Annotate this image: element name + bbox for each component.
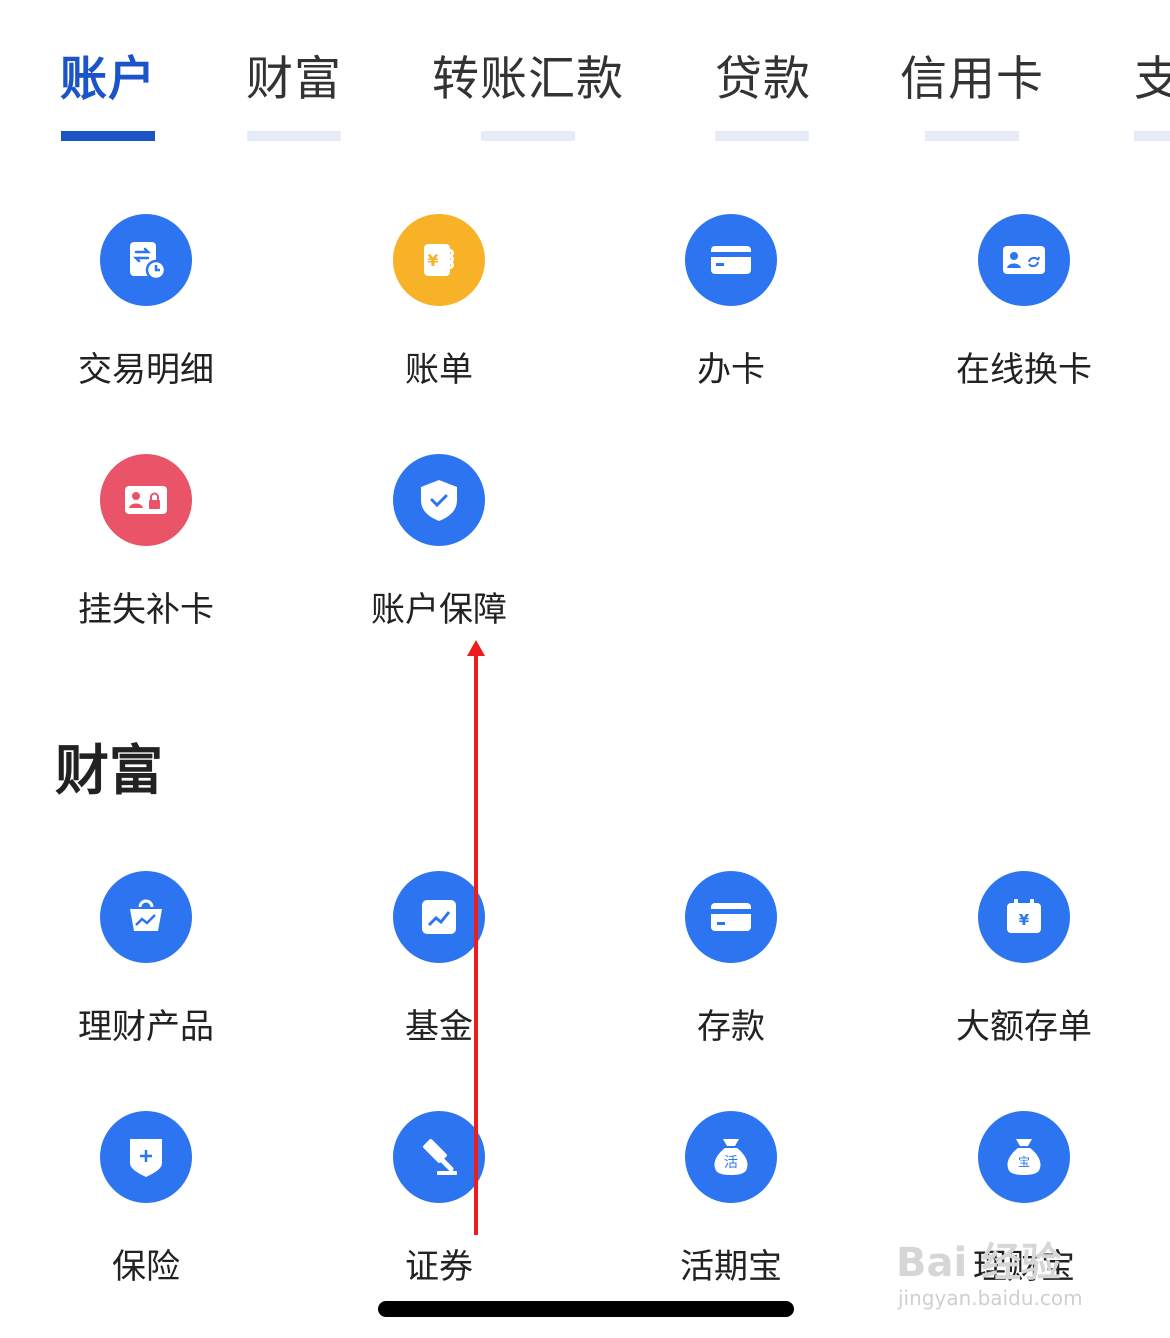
account-item-apply-card[interactable]: 办卡 — [611, 214, 851, 414]
transaction-detail-icon — [100, 214, 192, 306]
deposit-card-icon — [685, 871, 777, 963]
watermark-url: jingyan.baidu.com — [898, 1286, 1083, 1310]
money-bag-huo-label: 活 — [724, 1155, 738, 1171]
account-item-bill[interactable]: ¥ 账单 — [319, 214, 559, 414]
wealth-bag-icon — [100, 871, 192, 963]
wealth-item-wealth-products[interactable]: 理财产品 — [26, 871, 266, 1071]
tab-pay-indicator — [1134, 131, 1170, 141]
account-item-label: 交易明细 — [78, 350, 214, 390]
annotation-arrow-line — [474, 650, 478, 1235]
account-item-online-card-replace[interactable]: 在线换卡 — [904, 214, 1144, 414]
wealth-item-label: 证券 — [405, 1247, 473, 1287]
wealth-item-fund[interactable]: 基金 — [319, 871, 559, 1071]
fund-chart-icon — [393, 871, 485, 963]
account-item-transaction-detail[interactable]: 交易明细 — [26, 214, 266, 414]
account-item-label: 挂失补卡 — [78, 590, 214, 630]
gavel-icon — [393, 1111, 485, 1203]
tab-account-indicator — [61, 131, 155, 141]
tab-wealth-indicator — [247, 131, 341, 141]
tab-account[interactable]: 账户 — [60, 40, 156, 109]
wealth-item-huoqibao[interactable]: 活 活期宝 — [611, 1111, 851, 1311]
card-replace-icon — [978, 214, 1070, 306]
account-item-account-protection[interactable]: 账户保障 — [319, 454, 559, 654]
svg-text:¥: ¥ — [427, 251, 438, 270]
tab-credit-card-indicator — [925, 131, 1019, 141]
wealth-item-deposit[interactable]: 存款 — [611, 871, 851, 1071]
wealth-item-label: 理财产品 — [78, 1007, 214, 1047]
account-item-label: 账单 — [405, 350, 473, 390]
watermark-main: Bai 经验 — [896, 1240, 1062, 1286]
card-icon — [685, 214, 777, 306]
section-title-wealth: 财富 — [55, 739, 163, 802]
wealth-item-label: 活期宝 — [680, 1247, 782, 1287]
money-bag-bao-label: 宝 — [1018, 1155, 1030, 1169]
wealth-item-label: 基金 — [405, 1007, 473, 1047]
tab-transfer-indicator — [481, 131, 575, 141]
money-bag-bao-icon: 宝 — [978, 1111, 1070, 1203]
tab-loan[interactable]: 贷款 — [715, 40, 811, 109]
insurance-shield-icon — [100, 1111, 192, 1203]
home-indicator[interactable] — [378, 1301, 794, 1317]
money-bag-huo-icon: 活 — [685, 1111, 777, 1203]
top-tab-bar: 账户 财富 转账汇款 贷款 信用卡 支 — [0, 0, 1170, 160]
wealth-item-securities[interactable]: 证券 — [319, 1111, 559, 1311]
tab-wealth[interactable]: 财富 — [246, 40, 342, 109]
wealth-item-label: 保险 — [112, 1247, 180, 1287]
tab-pay-partial[interactable]: 支 — [1134, 40, 1170, 109]
wealth-item-label: 存款 — [697, 1007, 765, 1047]
svg-text:¥: ¥ — [1019, 911, 1030, 929]
watermark: Bai 经验 jingyan.baidu.com — [896, 1230, 1156, 1320]
tab-loan-indicator — [715, 131, 809, 141]
wealth-item-large-cd[interactable]: ¥ 大额存单 — [904, 871, 1144, 1071]
tab-transfer[interactable]: 转账汇款 — [432, 40, 624, 109]
tab-credit-card[interactable]: 信用卡 — [900, 40, 1044, 109]
report-lost-card-icon — [100, 454, 192, 546]
account-item-report-lost[interactable]: 挂失补卡 — [26, 454, 266, 654]
wealth-item-insurance[interactable]: 保险 — [26, 1111, 266, 1311]
account-item-label: 在线换卡 — [956, 350, 1092, 390]
shield-check-icon — [393, 454, 485, 546]
wealth-item-label: 大额存单 — [956, 1007, 1092, 1047]
account-item-label: 账户保障 — [371, 590, 507, 630]
certificate-deposit-icon: ¥ — [978, 871, 1070, 963]
account-item-label: 办卡 — [697, 350, 765, 390]
bill-icon: ¥ — [393, 214, 485, 306]
